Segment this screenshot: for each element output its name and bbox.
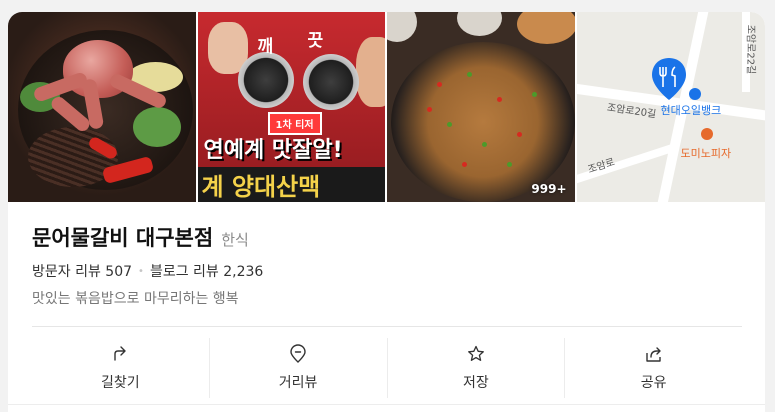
road-label: 조암로22길 [743,24,755,75]
bok-choy [133,107,181,147]
garnish [427,107,432,112]
save-button[interactable]: 저장 [388,338,566,398]
restaurant-pin-icon [651,58,686,100]
star-icon [467,345,484,361]
person-right [355,37,385,107]
place-name[interactable]: 문어물갈비 대구본점 [32,222,213,252]
poi-label-pizza: 도미노피자 [680,147,732,160]
thumbnail-caption: 계 양대산맥 [197,167,385,202]
garnish [437,82,442,87]
road-label: 조암로 [586,156,616,176]
share-button[interactable]: 공유 [565,338,742,398]
place-tagline: 맛있는 볶음밥으로 마무리하는 행복 [32,291,239,307]
street-view-label: 거리뷰 [278,375,318,391]
garnish [467,72,472,77]
place-card: 깨 끗 1차 티저 연예계 맛잘알! 계 양대산맥 999+ 조암로20길 조암… [8,12,765,412]
side-dish [517,12,575,44]
action-bar: 길찾기 거리뷰 저장 공유 [32,338,742,398]
directions-button[interactable]: 길찾기 [32,338,210,398]
bowl [237,52,294,108]
gas-station-icon [688,88,701,100]
share-icon [645,347,661,362]
map-thumbnail[interactable]: 조암로20길 조암로 조암로22길 현대오일뱅크 도미노피자 [576,12,765,202]
fried-rice-pan [391,42,575,202]
photo-video-thumbnail[interactable]: 깨 끗 1차 티저 연예계 맛잘알! 계 양대산맥 [197,12,385,202]
title-row: 문어물갈비 대구본점 한식 [32,222,249,252]
thumbnail-text: 끗 [307,31,324,51]
photo-fried-rice[interactable]: 999+ [387,12,575,202]
separator-dot: • [138,265,144,277]
blog-reviews-link[interactable]: 블로그 리뷰 2,236 [150,261,263,281]
side-dish [387,12,417,42]
place-category: 한식 [221,231,249,249]
share-label: 공유 [640,375,667,391]
bottom-divider [8,404,765,405]
directions-icon [114,346,127,361]
divider [32,326,742,327]
location-pin-icon [290,344,306,363]
thumbnail-text: 깨 [257,37,274,57]
garnish [482,142,487,147]
save-label: 저장 [462,375,489,391]
photo-count: 999+ [531,182,567,196]
side-dish [457,12,502,36]
bowl [302,54,359,110]
photo-strip: 깨 끗 1차 티저 연예계 맛잘알! 계 양대산맥 999+ 조암로20길 조암… [8,12,765,202]
street-view-button[interactable]: 거리뷰 [210,338,388,398]
visitor-reviews-link[interactable]: 방문자 리뷰 507 [32,261,132,281]
poi-label-bank: 현대오일뱅크 [660,104,722,117]
review-stats: 방문자 리뷰 507 • 블로그 리뷰 2,236 [32,261,263,281]
garnish [517,132,522,137]
garnish [462,162,467,167]
garnish [507,162,512,167]
garnish [532,92,537,97]
pizza-icon [700,128,713,140]
garnish [447,122,452,127]
photo-octopus-hotpot[interactable] [8,12,196,202]
garnish [497,97,502,102]
thumbnail-caption: 연예계 맛잘알! [203,138,343,163]
directions-label: 길찾기 [101,375,140,391]
